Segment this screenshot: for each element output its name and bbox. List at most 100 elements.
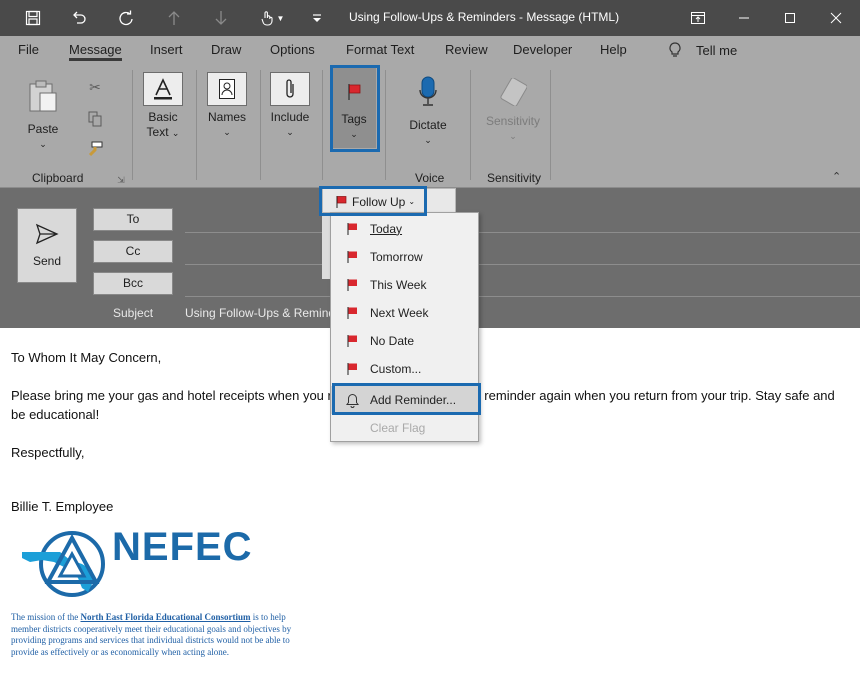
signature-name: Billie T. Employee: [11, 499, 114, 514]
closing: Respectfully,: [11, 445, 85, 460]
tab-draw[interactable]: Draw: [211, 42, 241, 57]
tell-me-box[interactable]: Tell me: [668, 42, 737, 58]
menu-item-clear-flag: Clear Flag: [331, 414, 478, 442]
save-icon[interactable]: [16, 0, 50, 36]
chevron-down-icon: ⌄: [286, 127, 294, 137]
to-button[interactable]: To: [93, 208, 173, 231]
chevron-down-icon: ⌄: [408, 197, 416, 206]
menu-item-this-week[interactable]: This Week: [331, 271, 478, 299]
font-a-icon: [143, 72, 183, 106]
tab-format-text[interactable]: Format Text: [346, 42, 414, 57]
cut-icon[interactable]: ✂: [86, 78, 104, 96]
flag-icon: [343, 250, 361, 264]
clipboard-icon: [27, 80, 59, 112]
flag-icon: [338, 76, 370, 108]
tags-label: Tags: [341, 112, 367, 126]
names-button[interactable]: Names ⌄: [206, 72, 248, 140]
menu-item-add-reminder[interactable]: Add Reminder...: [331, 386, 478, 414]
ribbon-display-icon[interactable]: [675, 0, 721, 36]
touch-mode-icon[interactable]: ▼: [252, 0, 292, 36]
tab-developer[interactable]: Developer: [513, 42, 572, 57]
tab-review[interactable]: Review: [445, 42, 488, 57]
menu-item-label: This Week: [370, 278, 427, 292]
up-arrow-icon: [157, 0, 191, 36]
mission-statement: The mission of the North East Florida Ed…: [11, 612, 301, 658]
subject-label: Subject: [113, 306, 154, 320]
follow-up-bar: Follow Up ⌄: [322, 188, 456, 213]
ribbon-separator: [385, 70, 386, 180]
tell-me-label: Tell me: [696, 42, 738, 58]
include-button[interactable]: Include ⌄: [268, 72, 312, 140]
cc-field[interactable]: [185, 264, 860, 265]
menu-item-label: Clear Flag: [370, 421, 426, 435]
flag-icon: [336, 195, 347, 208]
menu-item-label: Add Reminder...: [370, 393, 457, 407]
bcc-field[interactable]: [185, 296, 860, 297]
to-field[interactable]: [185, 232, 860, 233]
tab-options[interactable]: Options: [270, 42, 315, 57]
window-title: Using Follow-Ups & Reminders - Message (…: [349, 10, 620, 24]
basic-text-button[interactable]: Basic Text ⌄: [142, 72, 184, 141]
cc-button[interactable]: Cc: [93, 240, 173, 263]
microphone-icon: [412, 76, 444, 108]
follow-up-menu: Today Tomorrow This Week Next Week No Da…: [330, 212, 479, 442]
names-label: Names: [207, 110, 246, 124]
ribbon: Paste ⌄ ✂ Clipboard ⇲ Basic Text ⌄ Names…: [0, 64, 860, 188]
chevron-down-icon: ⌄: [171, 128, 180, 138]
menu-item-custom[interactable]: Custom...: [331, 355, 478, 383]
down-arrow-icon: [204, 0, 238, 36]
subject-field[interactable]: Using Follow-Ups & Reminders: [185, 306, 352, 320]
menu-item-label: Next Week: [370, 306, 429, 320]
dictate-label: Dictate: [409, 118, 447, 132]
flag-icon: [343, 306, 361, 320]
sensitivity-group-label: Sensitivity: [487, 171, 542, 185]
sensitivity-button: Sensitivity ⌄: [482, 76, 544, 144]
tab-message[interactable]: Message: [69, 42, 122, 61]
close-icon[interactable]: [813, 0, 859, 36]
chevron-down-icon: ⌄: [39, 139, 47, 149]
sensitivity-icon: [497, 76, 529, 108]
nefec-link[interactable]: North East Florida Educational Consortiu…: [81, 612, 251, 622]
ribbon-separator: [260, 70, 261, 180]
menu-item-next-week[interactable]: Next Week: [331, 299, 478, 327]
chevron-down-icon: ⌄: [350, 129, 358, 139]
title-bar: ▼ Using Follow-Ups & Reminders - Message…: [0, 0, 860, 36]
tab-file[interactable]: File: [18, 42, 39, 57]
lightbulb-icon: [669, 42, 681, 57]
tab-insert[interactable]: Insert: [150, 42, 183, 57]
dialog-launcher-icon[interactable]: ⇲: [112, 171, 130, 189]
paperclip-icon: [270, 72, 310, 106]
maximize-icon[interactable]: [767, 0, 813, 36]
send-icon: [35, 223, 59, 245]
menu-item-no-date[interactable]: No Date: [331, 327, 478, 355]
menu-item-label: Today: [370, 222, 403, 236]
ribbon-separator: [470, 70, 471, 180]
redo-icon[interactable]: [109, 0, 143, 36]
copy-icon[interactable]: [86, 110, 104, 128]
paste-button[interactable]: Paste ⌄: [24, 80, 62, 152]
logo-text: NEFEC: [112, 525, 253, 569]
customize-icon[interactable]: [300, 0, 334, 36]
tab-help[interactable]: Help: [600, 42, 627, 57]
voice-group-label: Voice: [415, 171, 445, 185]
dictate-button[interactable]: Dictate ⌄: [404, 76, 452, 148]
send-button[interactable]: Send: [17, 208, 77, 283]
follow-up-button[interactable]: Follow Up ⌄: [323, 189, 427, 214]
chevron-down-icon: ⌄: [424, 135, 432, 145]
send-label: Send: [32, 254, 62, 268]
ribbon-separator: [550, 70, 551, 180]
menu-item-today[interactable]: Today: [331, 215, 478, 243]
tags-button[interactable]: Tags ⌄: [332, 68, 376, 148]
menu-item-label: Custom...: [370, 362, 422, 376]
flag-icon: [343, 362, 361, 376]
flag-icon: [343, 278, 361, 292]
undo-icon[interactable]: [62, 0, 96, 36]
menu-item-label: No Date: [370, 334, 415, 348]
basic-text-label-2: Text: [146, 125, 169, 139]
collapse-ribbon-icon[interactable]: ⌃: [832, 170, 841, 183]
basic-text-label-1: Basic: [148, 110, 178, 124]
format-painter-icon[interactable]: [86, 140, 104, 158]
menu-item-tomorrow[interactable]: Tomorrow: [331, 243, 478, 271]
minimize-icon[interactable]: [721, 0, 767, 36]
bcc-button[interactable]: Bcc: [93, 272, 173, 295]
